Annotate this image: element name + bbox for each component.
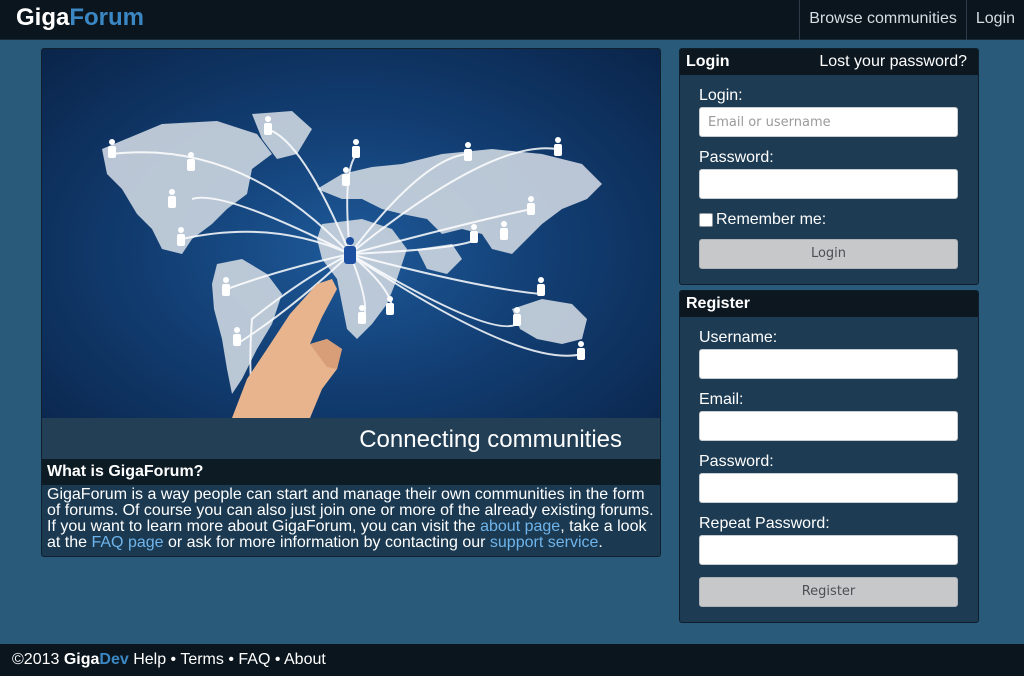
repeat-password-input[interactable] xyxy=(699,535,958,565)
site-logo[interactable]: GigaForum xyxy=(16,4,144,32)
footer-separator: • xyxy=(270,651,284,668)
tagline-band: Connecting communities xyxy=(42,418,660,459)
remember-me-checkbox[interactable] xyxy=(699,213,713,227)
password-field-label: Password: xyxy=(699,149,774,166)
world-map-network-icon xyxy=(102,111,602,418)
register-panel-title: Register xyxy=(686,295,751,312)
world-map-network-image xyxy=(42,49,660,418)
faq-page-link[interactable]: FAQ page xyxy=(91,534,163,551)
password-input[interactable] xyxy=(699,169,958,199)
logo-text-forum: Forum xyxy=(69,4,145,31)
lost-password-link[interactable]: Lost your password? xyxy=(819,49,967,75)
footer-brand-dev: Dev xyxy=(99,651,129,668)
hero-panel: Connecting communities What is GigaForum… xyxy=(41,48,661,557)
username-field-label: Username: xyxy=(699,329,778,346)
footer-help-link[interactable]: Help xyxy=(133,651,166,668)
support-service-link[interactable]: support service xyxy=(490,534,599,551)
email-field-label: Email: xyxy=(699,391,744,408)
footer-separator: • xyxy=(166,651,181,668)
footer-about-link[interactable]: About xyxy=(284,651,326,668)
footer: ©2013 GigaDev Help • Terms • FAQ • About xyxy=(0,644,1024,676)
login-panel: Login Lost your password? Login: Passwor… xyxy=(679,48,979,285)
nav-browse-communities[interactable]: Browse communities xyxy=(799,0,966,40)
nav-login[interactable]: Login xyxy=(965,0,1024,40)
repeat-password-label: Repeat Password: xyxy=(699,515,830,532)
logo-text-giga: Giga xyxy=(16,4,70,31)
about-page-link[interactable]: about page xyxy=(480,518,560,535)
about-text-part-4: . xyxy=(598,534,603,551)
about-text-part-3: or ask for more information by contactin… xyxy=(163,534,490,551)
remember-me: Remember me: xyxy=(699,211,826,229)
footer-terms-link[interactable]: Terms xyxy=(180,651,224,668)
footer-brand-giga: Giga xyxy=(63,651,100,668)
login-field-label: Login: xyxy=(699,87,743,104)
top-nav: Browse communities Login xyxy=(799,0,1024,40)
about-heading: What is GigaForum? xyxy=(42,459,660,485)
footer-separator: • xyxy=(223,651,239,668)
login-panel-header: Login Lost your password? xyxy=(680,49,978,75)
footer-copyright: ©2013 xyxy=(12,651,64,668)
register-password-label: Password: xyxy=(699,453,774,470)
remember-me-label: Remember me: xyxy=(716,211,827,228)
register-password-input[interactable] xyxy=(699,473,958,503)
top-bar: GigaForum Browse communities Login xyxy=(0,0,1024,40)
login-input[interactable] xyxy=(699,107,958,137)
username-input[interactable] xyxy=(699,349,958,379)
login-button[interactable]: Login xyxy=(699,239,958,269)
footer-faq-link[interactable]: FAQ xyxy=(238,651,270,668)
hero-tagline: Connecting communities xyxy=(359,426,622,453)
about-text: GigaForum is a way people can start and … xyxy=(47,487,657,551)
register-panel: Register Username: Email: Password: Repe… xyxy=(679,290,979,623)
login-panel-title: Login xyxy=(686,53,730,70)
register-button[interactable]: Register xyxy=(699,577,958,607)
email-input[interactable] xyxy=(699,411,958,441)
register-panel-header: Register xyxy=(680,291,978,317)
